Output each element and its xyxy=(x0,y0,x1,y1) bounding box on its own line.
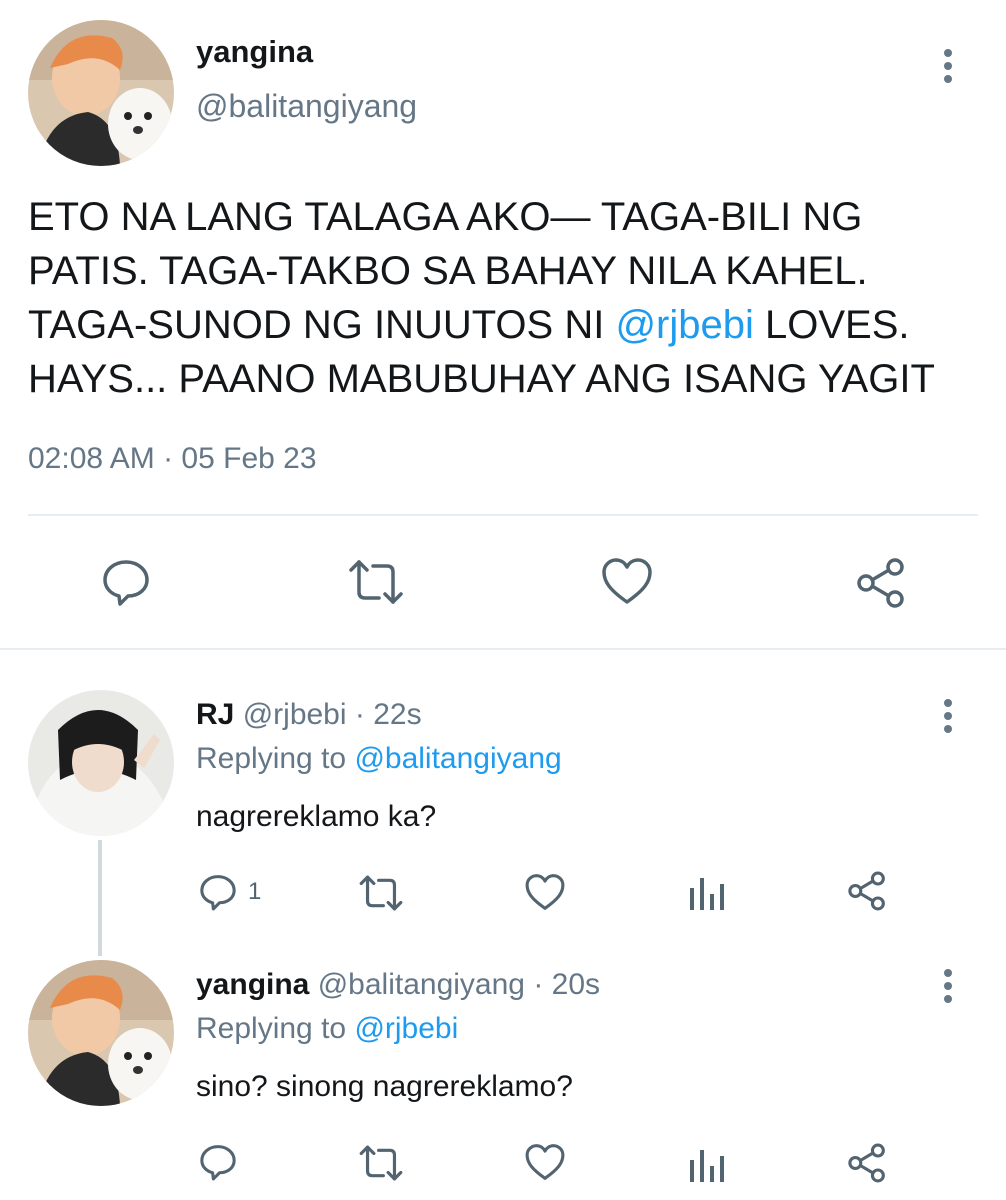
reply-text: sino? sinong nagrereklamo? xyxy=(196,1070,573,1103)
more-options-icon[interactable] xyxy=(936,696,960,740)
replying-to-label: Replying to xyxy=(196,742,347,775)
like-icon[interactable] xyxy=(524,1142,566,1182)
handle[interactable]: @balitangiyang xyxy=(196,88,417,125)
retweet-icon[interactable] xyxy=(345,558,407,606)
share-icon[interactable] xyxy=(846,1142,888,1184)
share-icon[interactable] xyxy=(854,556,908,610)
analytics-icon[interactable] xyxy=(686,870,726,912)
more-options-icon[interactable] xyxy=(936,46,960,90)
reply-time[interactable]: · 22s xyxy=(355,698,422,731)
retweet-icon[interactable] xyxy=(356,1144,406,1182)
reply-icon[interactable] xyxy=(100,556,152,608)
reply-header: RJ @rjbebi · 22s xyxy=(196,698,422,732)
reply-count: 1 xyxy=(248,878,262,905)
replying-to: Replying to @rjbebi xyxy=(196,1012,458,1046)
avatar-rj[interactable] xyxy=(28,690,174,836)
tweet-text: ETO NA LANG TALAGA AKO— TAGA-BILI NG PAT… xyxy=(28,190,988,406)
thread-line xyxy=(98,840,102,956)
display-name[interactable]: RJ xyxy=(196,698,234,731)
replying-to-handle[interactable]: @rjbebi xyxy=(354,1012,458,1045)
display-name[interactable]: yangina xyxy=(196,34,313,70)
handle[interactable]: @balitangiyang xyxy=(318,968,525,1001)
replying-to-label: Replying to xyxy=(196,1012,347,1045)
replying-to: Replying to @balitangiyang xyxy=(196,742,562,776)
reply-icon[interactable] xyxy=(198,872,238,912)
reply-time[interactable]: · 20s xyxy=(533,968,600,1001)
share-icon[interactable] xyxy=(846,870,888,912)
handle[interactable]: @rjbebi xyxy=(243,698,347,731)
reply-icon[interactable] xyxy=(198,1142,238,1182)
retweet-icon[interactable] xyxy=(356,874,406,912)
analytics-icon[interactable] xyxy=(686,1142,726,1184)
divider xyxy=(28,514,978,516)
avatar-yangina[interactable] xyxy=(28,20,174,166)
avatar-yangina[interactable] xyxy=(28,960,174,1106)
like-icon[interactable] xyxy=(524,872,566,912)
timestamp[interactable]: 02:08 AM · 05 Feb 23 xyxy=(28,442,317,476)
like-icon[interactable] xyxy=(600,556,654,606)
reply-text: nagrereklamo ka? xyxy=(196,800,437,833)
replying-to-handle[interactable]: @balitangiyang xyxy=(354,742,561,775)
more-options-icon[interactable] xyxy=(936,966,960,1010)
section-divider xyxy=(0,648,1006,650)
mention-link[interactable]: @rjbebi xyxy=(615,303,753,347)
display-name[interactable]: yangina xyxy=(196,968,309,1001)
reply-header: yangina @balitangiyang · 20s xyxy=(196,968,600,1002)
